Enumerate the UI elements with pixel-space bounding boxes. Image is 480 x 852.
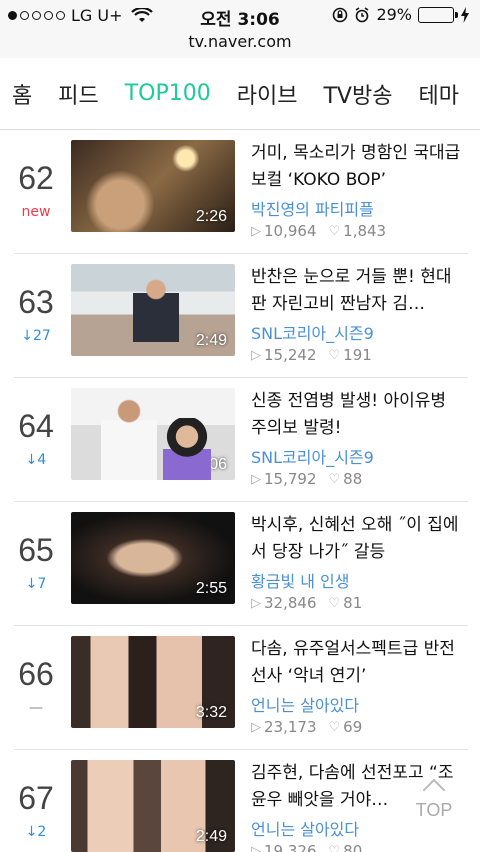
heart-icon: ♡ — [328, 595, 341, 611]
heart-icon: ♡ — [328, 223, 341, 239]
channel-name[interactable]: SNL코리아_시즌9 — [251, 444, 374, 468]
scroll-to-top-label: TOP — [415, 800, 453, 820]
rank-change: — — [29, 700, 43, 716]
list-item[interactable]: 62 new 2:26 거미, 목소리가 명함인 국대급 보컬 ‘KOKO BO… — [0, 130, 480, 254]
video-title[interactable]: 박시후, 신혜선 오해 ˝이 집에서 당장 나가˝ 갈등 — [251, 512, 467, 566]
video-thumbnail[interactable]: 2:55 — [71, 512, 235, 604]
list-item[interactable]: 65 ↓7 2:55 박시후, 신혜선 오해 ˝이 집에서 당장 나가˝ 갈등 … — [0, 502, 480, 626]
play-count-icon: ▷ — [251, 471, 261, 487]
rank-number: 64 — [18, 408, 54, 444]
video-duration: 2:55 — [195, 580, 227, 597]
play-count: 15,792 — [264, 470, 317, 488]
rank-number: 62 — [18, 160, 54, 196]
list-item[interactable]: 63 ↓27 2:49 반찬은 눈으로 거들 뿐! 현대판 자린고비 짠남자 김… — [0, 254, 480, 378]
heart-icon: ♡ — [328, 471, 341, 487]
channel-name[interactable]: SNL코리아_시즌9 — [251, 320, 374, 344]
video-title[interactable]: 거미, 목소리가 명함인 국대급 보컬 ‘KOKO BOP’ — [251, 140, 467, 194]
tab-home[interactable]: 홈 — [12, 78, 32, 110]
like-count: 1,843 — [343, 222, 387, 240]
rotation-lock-icon — [333, 7, 348, 22]
status-right-group: 29% — [332, 5, 470, 24]
rank-number: 66 — [18, 656, 54, 692]
rank-change: ↓4 — [25, 452, 47, 468]
heart-icon: ♡ — [328, 719, 341, 735]
video-stats: ▷ 19,326 ♡ 80 — [251, 842, 362, 852]
alarm-icon — [355, 6, 369, 22]
battery-icon — [418, 6, 458, 23]
rank-change: ↓27 — [21, 328, 51, 344]
video-title[interactable]: 신종 전염병 발생! 아이유병 주의보 발령! — [251, 388, 467, 442]
list-item[interactable]: 66 — 3:32 다솜, 유주얼서스펙트급 반전 선사 ‘악녀 연기’ 언니는… — [0, 626, 480, 750]
video-duration: 2:06 — [195, 456, 227, 473]
play-count: 19,326 — [264, 842, 317, 852]
channel-name[interactable]: 언니는 살아있다 — [251, 692, 359, 716]
url-bar[interactable]: tv.naver.com — [0, 30, 480, 58]
tab-theme[interactable]: 테마 — [418, 78, 458, 110]
scroll-to-top-button[interactable]: TOP — [408, 776, 460, 821]
like-count: 88 — [343, 470, 363, 488]
heart-icon: ♡ — [328, 843, 341, 852]
video-stats: ▷ 32,846 ♡ 81 — [251, 594, 362, 612]
play-count: 23,173 — [264, 718, 317, 736]
video-stats: ▷ 15,792 ♡ 88 — [251, 470, 362, 488]
like-count: 69 — [343, 718, 363, 736]
play-count: 32,846 — [264, 594, 317, 612]
channel-name[interactable]: 황금빛 내 인생 — [251, 568, 350, 592]
video-thumbnail[interactable]: 2:49 — [71, 760, 235, 852]
play-count: 10,964 — [264, 222, 317, 240]
video-stats: ▷ 15,242 ♡ 191 — [251, 346, 372, 364]
like-count: 81 — [343, 594, 363, 612]
video-stats: ▷ 10,964 ♡ 1,843 — [251, 222, 386, 240]
video-title[interactable]: 다솜, 유주얼서스펙트급 반전 선사 ‘악녀 연기’ — [251, 636, 467, 690]
tab-feed[interactable]: 피드 — [58, 78, 98, 110]
channel-name[interactable]: 언니는 살아있다 — [251, 816, 359, 840]
like-count: 80 — [343, 842, 363, 852]
rank-number: 63 — [18, 284, 54, 320]
video-thumbnail[interactable]: 2:49 — [71, 264, 235, 356]
rank-change: ↓2 — [25, 824, 47, 840]
heart-icon: ♡ — [328, 347, 341, 363]
tab-live[interactable]: 라이브 — [237, 78, 298, 110]
video-thumbnail[interactable]: 2:26 — [71, 140, 235, 232]
tab-top100[interactable]: TOP100 — [125, 81, 211, 106]
category-tabs: 홈 피드 TOP100 라이브 TV방송 테마 — [0, 58, 480, 130]
video-duration: 3:32 — [195, 704, 227, 721]
play-count-icon: ▷ — [251, 843, 261, 852]
channel-name[interactable]: 박진영의 파티피플 — [251, 196, 374, 220]
play-count-icon: ▷ — [251, 595, 261, 611]
rank-number: 65 — [18, 532, 54, 568]
list-item[interactable]: 64 ↓4 2:06 신종 전염병 발생! 아이유병 주의보 발령! SNL코리… — [0, 378, 480, 502]
play-count-icon: ▷ — [251, 347, 261, 363]
like-count: 191 — [343, 346, 372, 364]
tab-tv-broadcast[interactable]: TV방송 — [323, 78, 392, 110]
play-count-icon: ▷ — [251, 223, 261, 239]
status-bar: LG U+ 오전 3:06 29% — [0, 0, 480, 30]
chevron-up-icon — [422, 778, 446, 802]
video-title[interactable]: 반찬은 눈으로 거들 뿐! 현대판 자린고비 짠남자 김… — [251, 264, 467, 318]
rank-number: 67 — [18, 780, 54, 816]
video-duration: 2:49 — [195, 332, 227, 349]
charging-bolt-icon — [461, 6, 469, 23]
battery-percent: 29% — [376, 5, 412, 24]
video-duration: 2:49 — [195, 828, 227, 845]
video-stats: ▷ 23,173 ♡ 69 — [251, 718, 362, 736]
video-thumbnail[interactable]: 3:32 — [71, 636, 235, 728]
play-count: 15,242 — [264, 346, 317, 364]
rank-change: ↓7 — [25, 576, 47, 592]
video-thumbnail[interactable]: 2:06 — [71, 388, 235, 480]
play-count-icon: ▷ — [251, 719, 261, 735]
rank-change: new — [21, 204, 51, 220]
video-duration: 2:26 — [195, 208, 227, 225]
